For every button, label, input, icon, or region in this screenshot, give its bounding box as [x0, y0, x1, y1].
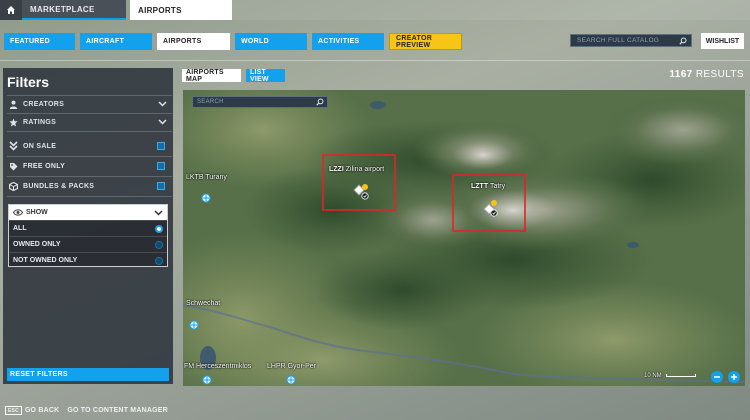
free-only-checkbox[interactable]	[157, 162, 165, 170]
category-featured[interactable]: FEATURED	[4, 33, 75, 50]
filters-divider	[7, 176, 172, 177]
airport-code: LZTT	[471, 183, 489, 190]
airport-label-tatry: LZTT Tatry	[471, 183, 505, 190]
chevron-down-icon	[154, 210, 163, 216]
show-option-label: ALL	[13, 225, 27, 232]
show-dropdown-header[interactable]: SHOW	[9, 205, 167, 220]
sale-icon	[7, 141, 19, 151]
chevron-down-icon	[158, 101, 167, 107]
map-label-lhpr: LHPR Gyor-Per	[267, 363, 317, 370]
map-search-placeholder: SEARCH	[197, 99, 224, 105]
category-aircraft[interactable]: AIRCRAFT	[80, 33, 152, 50]
filters-divider	[7, 131, 172, 132]
filter-creators[interactable]: CREATORS	[7, 96, 172, 112]
radio-selected[interactable]	[155, 225, 163, 233]
chevron-down-icon	[158, 119, 167, 125]
zoom-out-button[interactable]	[711, 371, 723, 383]
map-label-fm: FM Herceszentmiklos	[184, 363, 252, 370]
radio-unselected[interactable]	[155, 241, 163, 249]
filter-on-sale[interactable]: ON SALE	[7, 138, 172, 154]
show-option-not-owned-only[interactable]: NOT OWNED ONLY	[9, 252, 167, 268]
results-label: RESULTS	[695, 69, 744, 80]
scale-bar	[666, 373, 697, 377]
filter-free-only[interactable]: FREE ONLY	[7, 158, 172, 174]
minus-icon	[714, 376, 720, 378]
show-option-label: OWNED ONLY	[13, 241, 61, 248]
on-sale-checkbox[interactable]	[157, 142, 165, 150]
wishlist-button[interactable]: WISHLIST	[701, 33, 744, 49]
go-back-button[interactable]: GO BACK	[25, 407, 59, 414]
filter-creators-label: CREATORS	[23, 100, 65, 108]
map-search-input[interactable]: SEARCH	[192, 96, 328, 108]
category-world[interactable]: WORLD	[235, 33, 307, 50]
filter-free-only-label: FREE ONLY	[23, 162, 66, 170]
home-button[interactable]	[0, 0, 22, 20]
plus-icon	[731, 374, 737, 380]
show-dropdown: SHOW ALL OWNED ONLY NOT OWNED ONLY	[8, 204, 168, 267]
search-catalog-input[interactable]: SEARCH FULL CATALOG	[570, 34, 692, 47]
filter-bundles-label: BUNDLES & PACKS	[23, 182, 95, 190]
show-label: SHOW	[26, 209, 48, 216]
bundles-checkbox[interactable]	[157, 182, 165, 190]
map-scale: 10 NM	[644, 373, 697, 379]
star-icon	[7, 117, 19, 127]
results-number: 1167	[669, 69, 693, 80]
filters-divider	[7, 196, 172, 197]
tab-airports[interactable]: AIRPORTS	[130, 0, 232, 20]
free-tag-icon	[7, 162, 19, 171]
airport-name: Zilina airport	[345, 166, 385, 173]
bottom-bar: ESC GO BACK GO TO CONTENT MANAGER	[0, 401, 750, 420]
map-label-schwechat: Schwechat	[186, 300, 221, 307]
content-manager-button[interactable]: GO TO CONTENT MANAGER	[67, 407, 168, 414]
airports-map-button[interactable]: AIRPORTS MAP	[182, 69, 241, 83]
eye-icon	[13, 209, 23, 216]
satellite-terrain	[183, 90, 745, 386]
category-activities[interactable]: ACTIVITIES	[312, 33, 384, 50]
search-icon	[316, 98, 324, 106]
airport-pin-schwechat[interactable]	[189, 320, 199, 330]
airport-name: Tatry	[489, 183, 506, 190]
top-tab-spacer	[232, 0, 750, 20]
search-catalog-placeholder: SEARCH FULL CATALOG	[577, 37, 660, 44]
package-icon	[7, 181, 19, 191]
airport-code: LZZI	[329, 166, 344, 173]
home-icon	[7, 6, 15, 14]
show-option-label: NOT OWNED ONLY	[13, 257, 78, 264]
map-label-lktb: LKTB Turany	[186, 174, 227, 181]
zoom-in-button[interactable]	[728, 371, 740, 383]
filter-ratings[interactable]: RATINGS	[7, 114, 172, 130]
filter-ratings-label: RATINGS	[23, 118, 57, 126]
map-scale-label: 10 NM	[644, 373, 662, 379]
filters-divider	[7, 156, 172, 157]
filter-on-sale-label: ON SALE	[23, 142, 57, 150]
radio-unselected[interactable]	[155, 257, 163, 265]
tab-marketplace[interactable]: MARKETPLACE	[22, 0, 126, 20]
filters-title: Filters	[7, 74, 50, 90]
category-airports[interactable]: AIRPORTS	[157, 33, 230, 50]
list-view-button[interactable]: LIST VIEW	[246, 69, 285, 83]
header-divider	[0, 60, 750, 61]
show-option-all[interactable]: ALL	[9, 220, 167, 236]
airport-label-zilina: LZZI Zilina airport	[329, 166, 384, 173]
airport-pin-fm[interactable]	[202, 375, 212, 385]
airport-pin-lhpr[interactable]	[286, 375, 296, 385]
filter-bundles[interactable]: BUNDLES & PACKS	[7, 178, 172, 194]
esc-key-icon: ESC	[5, 406, 22, 415]
search-icon	[679, 37, 687, 45]
show-option-owned-only[interactable]: OWNED ONLY	[9, 236, 167, 252]
airport-pin-lktb[interactable]	[201, 193, 211, 203]
category-creator-preview[interactable]: CREATOR PREVIEW	[389, 33, 462, 50]
results-count: 1167 RESULTS	[669, 69, 744, 80]
reset-filters-button[interactable]: RESET FILTERS	[7, 368, 169, 381]
person-icon	[7, 100, 19, 109]
airports-map[interactable]: LZZI Zilina airport LZTT Tatry LKTB Tura…	[183, 90, 745, 386]
top-tab-bar: MARKETPLACE AIRPORTS	[0, 0, 750, 20]
